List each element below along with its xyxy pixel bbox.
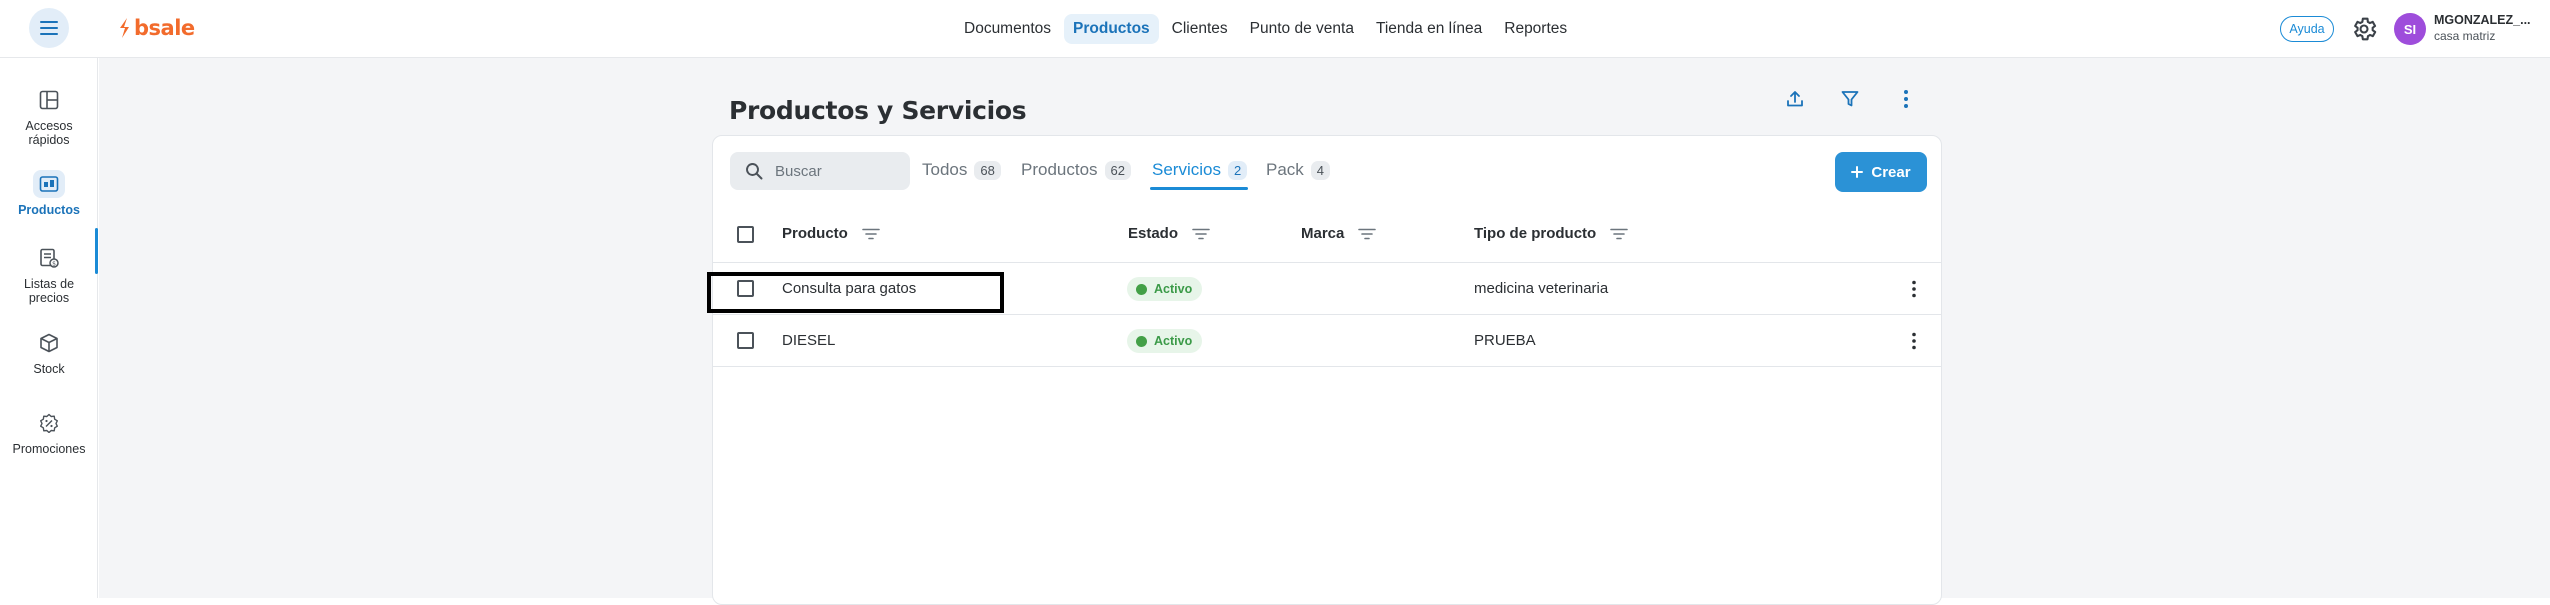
column-tipo-de-producto[interactable]: Tipo de producto — [1474, 225, 1629, 242]
sidebar-item-accesos-rapidos[interactable]: Accesos rápidos — [0, 86, 98, 147]
search-placeholder: Buscar — [775, 162, 822, 180]
row-divider — [713, 366, 1941, 367]
nav-productos[interactable]: Productos — [1064, 14, 1159, 44]
nav-tienda-en-linea[interactable]: Tienda en línea — [1367, 14, 1491, 44]
tab-count: 68 — [974, 160, 1001, 180]
column-estado[interactable]: Estado — [1128, 225, 1210, 242]
tab-label: Pack — [1266, 160, 1304, 179]
column-label: Estado — [1128, 225, 1179, 242]
main-nav: Documentos Productos Clientes Punto de v… — [955, 14, 1576, 44]
create-button[interactable]: Crear — [1835, 152, 1927, 192]
bsale-logo[interactable]: bsale — [118, 16, 195, 40]
create-label: Crear — [1871, 163, 1911, 181]
selection-highlight — [707, 272, 1004, 313]
row-checkbox[interactable] — [737, 332, 754, 349]
price-list-icon: $ — [40, 248, 59, 268]
product-type: medicina veterinaria — [1474, 280, 1609, 297]
sort-icon[interactable] — [1610, 228, 1629, 240]
sidebar-item-label: Productos — [18, 203, 80, 217]
sidebar-item-stock[interactable]: Stock — [0, 329, 98, 376]
logo-mark-icon — [120, 18, 129, 38]
nav-documentos[interactable]: Documentos — [955, 14, 1060, 44]
promotion-icon — [40, 413, 58, 433]
plus-icon — [1851, 166, 1864, 178]
menu-button[interactable] — [29, 8, 69, 48]
more-options-button[interactable] — [1891, 84, 1921, 114]
status-dot — [1136, 335, 1147, 347]
active-tab-underline — [1150, 187, 1248, 190]
status-badge: Activo — [1127, 277, 1203, 301]
row-divider — [713, 314, 1941, 315]
tab-pack[interactable]: Pack 4 — [1266, 160, 1331, 180]
sidebar-item-productos[interactable]: Productos — [0, 170, 98, 217]
help-button[interactable]: Ayuda — [2280, 16, 2334, 42]
row-menu-button[interactable] — [1902, 326, 1926, 356]
tab-label: Productos — [1021, 160, 1098, 179]
products-card — [712, 135, 1942, 605]
sidebar-item-label: Listas de precios — [23, 277, 75, 305]
box-icon — [40, 333, 58, 353]
user-branch: casa matriz — [2434, 29, 2496, 43]
sort-icon[interactable] — [862, 228, 880, 240]
dashboard-icon — [39, 90, 59, 110]
top-bar: bsale Documentos Productos Clientes Punt… — [0, 0, 2550, 58]
upload-icon — [1787, 91, 1803, 107]
search-icon — [746, 163, 763, 180]
product-name[interactable]: DIESEL — [782, 332, 835, 349]
logo-text: bsale — [134, 16, 195, 40]
hamburger-icon — [40, 21, 58, 35]
avatar[interactable]: SI — [2394, 13, 2426, 45]
tab-todos[interactable]: Todos 68 — [922, 160, 1001, 180]
column-marca[interactable]: Marca — [1301, 225, 1377, 242]
sort-icon[interactable] — [1358, 228, 1377, 240]
sidebar-item-label: Accesos rápidos — [25, 119, 73, 147]
column-label: Producto — [782, 225, 848, 242]
status-dot — [1136, 283, 1147, 295]
tab-count: 62 — [1104, 160, 1132, 180]
products-icon — [39, 176, 59, 192]
gear-icon[interactable] — [2350, 15, 2378, 43]
select-all-checkbox[interactable] — [737, 226, 754, 243]
user-name[interactable]: MGONZALEZ_... — [2434, 13, 2531, 27]
sidebar-item-label: Promociones — [12, 442, 86, 456]
nav-clientes[interactable]: Clientes — [1163, 14, 1237, 44]
row-menu-button[interactable] — [1902, 274, 1926, 304]
sidebar-item-listas-de-precios[interactable]: $ Listas de precios — [0, 244, 98, 305]
filter-button[interactable] — [1835, 84, 1865, 114]
column-label: Marca — [1301, 225, 1345, 242]
search-input[interactable]: Buscar — [730, 152, 910, 190]
sort-icon[interactable] — [1192, 228, 1210, 240]
filter-icon — [1841, 91, 1859, 107]
column-producto[interactable]: Producto — [782, 225, 880, 242]
more-vert-icon — [1912, 280, 1916, 298]
sidebar: Accesos rápidos Productos $ Listas de pr… — [0, 58, 98, 598]
tab-count: 4 — [1310, 160, 1331, 180]
tab-productos[interactable]: Productos 62 — [1021, 160, 1132, 180]
svg-text:$: $ — [52, 260, 56, 267]
status-label: Activo — [1154, 282, 1193, 296]
tab-servicios[interactable]: Servicios 2 — [1152, 160, 1248, 180]
tab-label: Todos — [922, 160, 968, 179]
sidebar-item-promociones[interactable]: Promociones — [0, 409, 98, 456]
tab-count: 2 — [1227, 160, 1248, 180]
nav-punto-de-venta[interactable]: Punto de venta — [1241, 14, 1363, 44]
status-badge: Activo — [1127, 329, 1203, 353]
row-divider — [713, 262, 1941, 263]
more-vert-icon — [1904, 90, 1908, 108]
more-vert-icon — [1912, 332, 1916, 350]
product-type: PRUEBA — [1474, 332, 1536, 349]
status-label: Activo — [1154, 334, 1193, 348]
page-title: Productos y Servicios — [729, 96, 1027, 125]
sidebar-item-label: Stock — [33, 362, 65, 376]
nav-reportes[interactable]: Reportes — [1495, 14, 1576, 44]
column-label: Tipo de producto — [1474, 225, 1597, 242]
export-button[interactable] — [1780, 84, 1810, 114]
tab-label: Servicios — [1152, 160, 1221, 179]
